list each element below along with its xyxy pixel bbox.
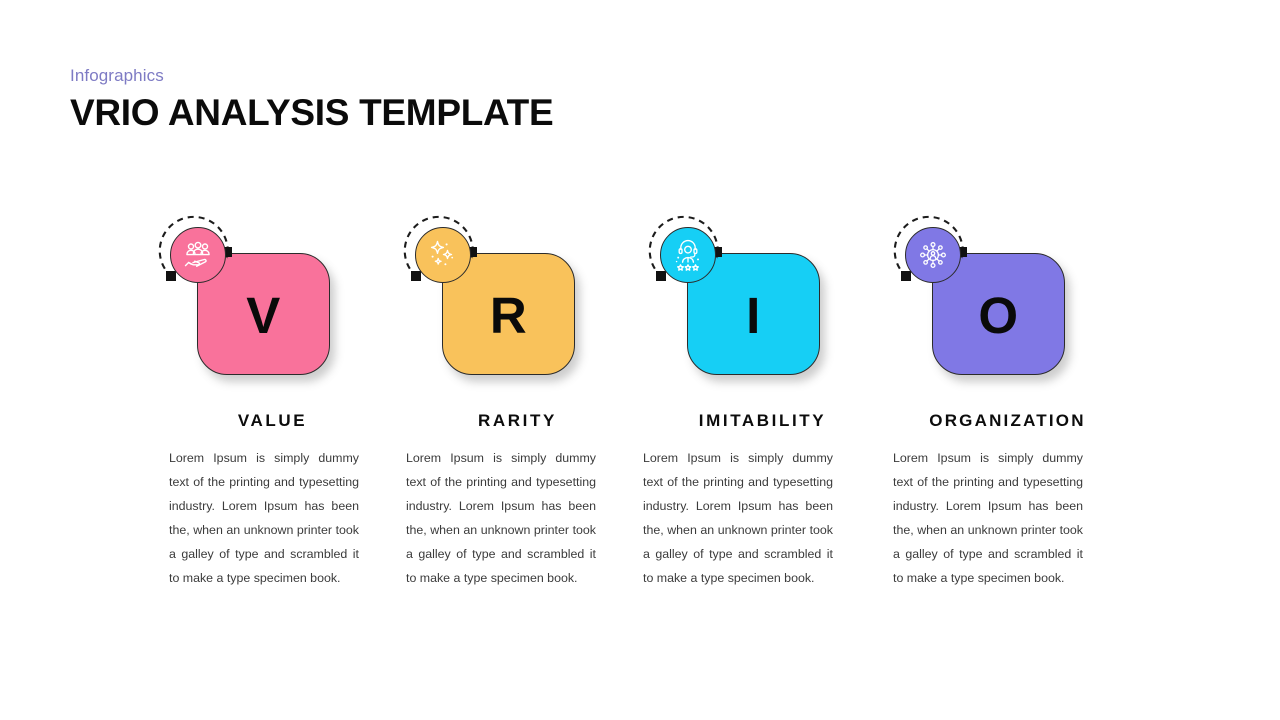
icon-badge-organization[interactable] xyxy=(905,227,961,283)
shape-group-rarity: R xyxy=(395,215,640,390)
column-body-value: Lorem Ipsum is simply dummy text of the … xyxy=(169,451,359,585)
slide-canvas: Infographics VRIO ANALYSIS TEMPLATE V VA… xyxy=(0,0,1280,720)
vrio-column-organization: O ORGANIZATION Lorem Ipsum is simply dum… xyxy=(885,215,1130,645)
column-body-organization: Lorem Ipsum is simply dummy text of the … xyxy=(893,451,1083,585)
page-title: VRIO ANALYSIS TEMPLATE xyxy=(70,92,554,133)
sparkles-icon xyxy=(430,240,454,266)
shape-group-imitability: I xyxy=(640,215,885,390)
shape-group-value: V xyxy=(150,215,395,390)
vrio-column-imitability: I IMITABILITY Lorem Ipsum is simply dumm… xyxy=(640,215,885,645)
people-in-hand-icon xyxy=(184,241,210,267)
vrio-column-rarity: R RARITY Lorem Ipsum is simply dummy tex… xyxy=(395,215,640,645)
column-heading-organization: ORGANIZATION xyxy=(929,411,1086,430)
icon-badge-imitability[interactable] xyxy=(660,227,716,283)
headset-agent-rating-icon xyxy=(675,239,699,271)
shape-group-organization: O xyxy=(885,215,1130,390)
column-heading-value: VALUE xyxy=(237,411,308,430)
network-hub-person-icon xyxy=(920,242,946,268)
icon-badge-value[interactable] xyxy=(170,227,226,283)
column-body-rarity: Lorem Ipsum is simply dummy text of the … xyxy=(406,451,596,585)
eyebrow-label: Infographics xyxy=(70,66,164,85)
icon-badge-rarity[interactable] xyxy=(415,227,471,283)
column-heading-rarity: RARITY xyxy=(478,411,557,430)
vrio-columns: V VALUE Lorem Ipsum is simply dummy text… xyxy=(150,215,1130,645)
column-heading-imitability: IMITABILITY xyxy=(698,411,827,430)
vrio-column-value: V VALUE Lorem Ipsum is simply dummy text… xyxy=(150,215,395,645)
column-body-imitability: Lorem Ipsum is simply dummy text of the … xyxy=(643,451,833,585)
